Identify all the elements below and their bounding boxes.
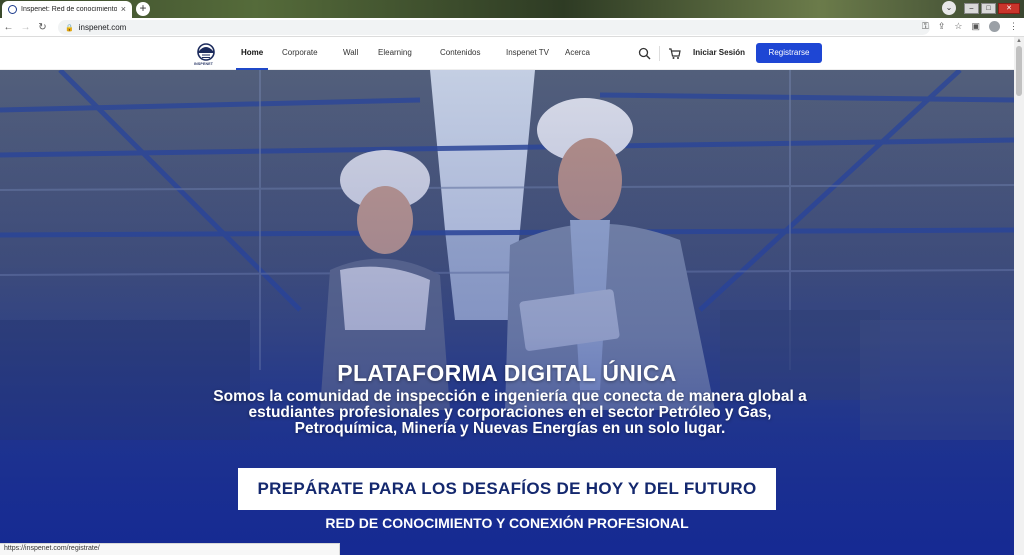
reload-icon[interactable]: ↻ <box>34 22 51 33</box>
nav-elearning[interactable]: Elearning <box>378 48 412 57</box>
tab-title: Inspenet: Red de conocimiento y <box>21 6 117 13</box>
link-status-bar: https://inspenet.com/registrate/ <box>0 543 340 555</box>
tab-close-icon[interactable]: × <box>121 5 126 14</box>
window-controls: ⌄ – □ ✕ <box>942 1 1020 15</box>
scroll-up-arrow-icon[interactable]: ▲ <box>1016 38 1022 44</box>
sidepanel-icon[interactable]: ▣ <box>971 21 980 32</box>
browser-tab-strip: Inspenet: Red de conocimiento y × + ⌄ – … <box>0 0 1024 18</box>
browser-tab[interactable]: Inspenet: Red de conocimiento y × <box>2 1 132 18</box>
new-tab-button[interactable]: + <box>136 2 150 16</box>
star-icon[interactable]: ☆ <box>954 21 962 32</box>
login-link[interactable]: Iniciar Sesión <box>693 48 745 57</box>
hero-description: Somos la comunidad de inspección e ingen… <box>213 388 807 437</box>
maximize-button[interactable]: □ <box>981 2 996 14</box>
logo-text: INSPENET <box>194 62 214 66</box>
cart-icon[interactable] <box>668 47 681 60</box>
browser-toolbar: ← → ↻ 🔒 inspenet.com ⚿ ⇪ ☆ ▣ ⋮ <box>0 18 1024 37</box>
hero-section: PLATAFORMA DIGITAL ÚNICA Somos la comuni… <box>0 70 1014 555</box>
address-bar[interactable]: 🔒 inspenet.com <box>58 20 930 35</box>
minimize-button[interactable]: – <box>964 2 979 14</box>
header-divider <box>659 46 660 61</box>
nav-acerca[interactable]: Acerca <box>565 48 590 57</box>
url-text: inspenet.com <box>78 23 127 32</box>
tab-search-icon[interactable]: ⌄ <box>942 1 956 15</box>
nav-corporate[interactable]: Corporate <box>282 48 318 57</box>
lock-icon: 🔒 <box>65 24 74 32</box>
back-arrow-icon[interactable]: ← <box>0 22 17 33</box>
search-icon[interactable] <box>638 47 651 60</box>
site-header: INSPENET Home Corporate Wall Elearning C… <box>0 37 1014 70</box>
share-icon[interactable]: ⇪ <box>938 21 946 32</box>
nav-inspenet-tv[interactable]: Inspenet TV <box>506 48 549 57</box>
nav-wall[interactable]: Wall <box>343 48 358 57</box>
hero-cta-banner: PREPÁRATE PARA LOS DESAFÍOS DE HOY Y DEL… <box>238 468 776 510</box>
toolbar-actions: ⚿ ⇪ ☆ ▣ ⋮ <box>922 21 1018 32</box>
nav-contenidos[interactable]: Contenidos <box>440 48 480 57</box>
menu-dots-icon[interactable]: ⋮ <box>1009 21 1018 32</box>
nav-home[interactable]: Home <box>241 48 263 57</box>
hero-subtitle: RED DE CONOCIMIENTO Y CONEXIÓN PROFESION… <box>325 515 689 531</box>
close-window-button[interactable]: ✕ <box>998 2 1020 14</box>
page-scrollbar[interactable]: ▲ <box>1014 37 1024 555</box>
forward-arrow-icon[interactable]: → <box>17 22 34 33</box>
key-icon[interactable]: ⚿ <box>922 21 929 32</box>
scroll-thumb[interactable] <box>1016 46 1022 96</box>
register-button[interactable]: Registrarse <box>756 43 822 63</box>
profile-avatar-icon[interactable] <box>989 21 1000 32</box>
hero-cta-text: PREPÁRATE PARA LOS DESAFÍOS DE HOY Y DEL… <box>257 479 757 498</box>
inspenet-favicon-icon <box>8 5 17 14</box>
hero-title: PLATAFORMA DIGITAL ÚNICA <box>337 360 677 386</box>
